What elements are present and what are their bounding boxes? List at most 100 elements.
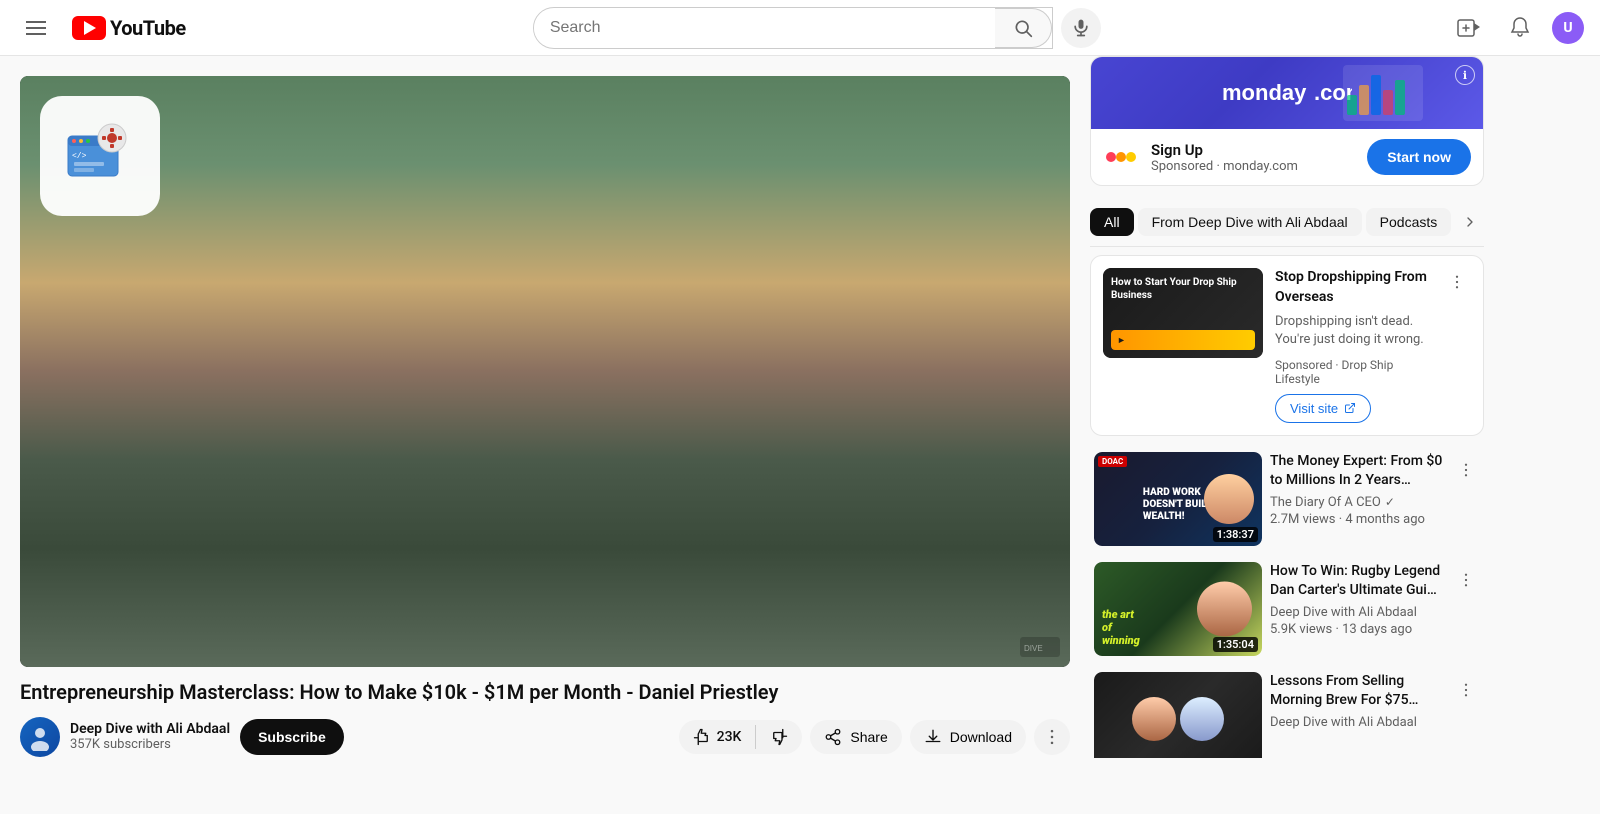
search-input[interactable] xyxy=(534,11,995,45)
channel-name[interactable]: Deep Dive with Ali Abdaal xyxy=(70,721,230,737)
tab-podcasts[interactable]: Podcasts xyxy=(1366,208,1452,236)
more-icon xyxy=(1042,727,1062,747)
video-more-1[interactable] xyxy=(1452,456,1480,484)
video-section: </> DIVE xyxy=(0,56,1090,758)
action-buttons: 23K xyxy=(679,719,1070,755)
create-icon xyxy=(1456,16,1480,40)
monday-brand-icon xyxy=(1103,139,1139,175)
tabs-next-arrow[interactable] xyxy=(1455,206,1484,238)
hamburger-icon xyxy=(26,21,46,35)
svg-text:</>: </> xyxy=(72,152,87,161)
search-button[interactable] xyxy=(995,8,1052,48)
channel-info: Deep Dive with Ali Abdaal 357K subscribe… xyxy=(20,717,667,757)
start-now-button[interactable]: Start now xyxy=(1367,139,1471,175)
share-button[interactable]: Share xyxy=(810,720,901,754)
channel-label-2: Deep Dive with Ali Abdaal xyxy=(1270,605,1417,620)
views-2: 5.9K views xyxy=(1270,622,1332,637)
like-dislike-button[interactable]: 23K xyxy=(679,720,803,754)
sidebar-tabs: All From Deep Dive with Ali Abdaal Podca… xyxy=(1090,198,1484,247)
video-meta: Deep Dive with Ali Abdaal 357K subscribe… xyxy=(20,717,1070,757)
ad-card-sponsored: Sponsored · Drop Ship Lifestyle xyxy=(1275,358,1431,386)
thumbs-up-icon xyxy=(693,728,711,746)
video-title-1: The Money Expert: From $0 to Millions In… xyxy=(1270,452,1444,491)
channel-label-1: The Diary Of A CEO xyxy=(1270,495,1381,510)
header: YouTube xyxy=(0,0,1600,56)
microphone-icon xyxy=(1071,18,1091,38)
verified-icon-1: ✓ xyxy=(1385,495,1395,509)
ad-card-text: Stop Dropshipping From Overseas Dropship… xyxy=(1275,268,1431,423)
video-more-2[interactable] xyxy=(1452,566,1480,594)
ad-text: Sign Up Sponsored · monday.com xyxy=(1151,141,1355,174)
share-label: Share xyxy=(850,729,887,745)
monday-icon-svg xyxy=(1105,141,1137,173)
ad-card-inner: How to Start Your Drop Ship Business ► S… xyxy=(1091,256,1483,435)
video-player[interactable]: </> DIVE xyxy=(20,76,1070,667)
channel-avatar-image xyxy=(26,723,54,751)
ad-card-more-button[interactable] xyxy=(1443,268,1471,296)
svg-text:monday: monday xyxy=(1222,80,1307,105)
create-button[interactable] xyxy=(1448,8,1488,48)
video-watermark: DIVE xyxy=(1020,637,1060,657)
ad-info-icon[interactable]: ℹ xyxy=(1455,65,1475,85)
youtube-logo-text: YouTube xyxy=(110,16,186,40)
video-duration-2: 1:35:04 xyxy=(1213,637,1258,652)
video-thumbnail: </> DIVE xyxy=(20,76,1070,667)
visit-site-button[interactable]: Visit site xyxy=(1275,394,1371,423)
youtube-logo-icon xyxy=(72,16,106,40)
user-avatar[interactable]: U xyxy=(1552,12,1584,44)
video-info-3: Lessons From Selling Morning Brew For $7… xyxy=(1270,672,1444,758)
channel-name-1: The Diary Of A CEO ✓ xyxy=(1270,495,1444,510)
ad-sponsored-text: Sponsored · monday.com xyxy=(1151,159,1355,174)
like-count: 23K xyxy=(717,729,742,745)
app-icon-overlay: </> xyxy=(40,96,160,216)
ad-info-row: Sign Up Sponsored · monday.com Start now xyxy=(1091,129,1483,185)
header-right: U xyxy=(1448,8,1584,48)
list-item[interactable]: the artofwinning 1:35:04 How To Win: Rug… xyxy=(1090,554,1484,664)
ad-card-description: Dropshipping isn't dead. You're just doi… xyxy=(1275,313,1431,349)
more-options-button[interactable] xyxy=(1034,719,1070,755)
ad-chart-preview xyxy=(1343,65,1423,121)
ago-1: 4 months ago xyxy=(1345,512,1425,527)
channel-name-3: Deep Dive with Ali Abdaal xyxy=(1270,715,1444,730)
ago-2: 13 days ago xyxy=(1342,622,1412,637)
subscriber-count: 357K subscribers xyxy=(70,737,230,752)
video-thumbnail-1: DOAC hard workdoesn't buildwealth! 1:38:… xyxy=(1094,452,1262,546)
vertical-dots-icon xyxy=(1448,273,1466,291)
visit-site-label: Visit site xyxy=(1290,401,1338,416)
video-info-2: How To Win: Rugby Legend Dan Carter's Ul… xyxy=(1270,562,1444,656)
list-item[interactable]: DOAC hard workdoesn't buildwealth! 1:38:… xyxy=(1090,444,1484,554)
external-link-icon xyxy=(1344,402,1356,414)
channel-label-3: Deep Dive with Ali Abdaal xyxy=(1270,715,1417,730)
like-inner[interactable]: 23K xyxy=(679,720,756,754)
code-settings-icon: </> xyxy=(60,116,140,196)
channel-avatar[interactable] xyxy=(20,717,60,757)
subscribe-button[interactable]: Subscribe xyxy=(240,719,344,755)
download-label: Download xyxy=(950,729,1012,745)
tab-deep-dive[interactable]: From Deep Dive with Ali Abdaal xyxy=(1138,208,1362,236)
more-options-icon-2 xyxy=(1457,571,1475,589)
channel-watermark: DIVE xyxy=(1020,637,1060,657)
dislike-inner[interactable] xyxy=(756,720,802,754)
hamburger-menu[interactable] xyxy=(16,8,56,48)
ad-company-title: Sign Up xyxy=(1151,141,1355,159)
video-title-2: How To Win: Rugby Legend Dan Carter's Ul… xyxy=(1270,562,1444,601)
notifications-button[interactable] xyxy=(1500,8,1540,48)
video-info-1: The Money Expert: From $0 to Millions In… xyxy=(1270,452,1444,546)
video-meta-2: 5.9K views · 13 days ago xyxy=(1270,622,1444,637)
video-more-3[interactable] xyxy=(1452,676,1480,704)
video-thumbnail-3 xyxy=(1094,672,1262,758)
voice-search-button[interactable] xyxy=(1061,8,1101,48)
download-icon xyxy=(924,728,942,746)
header-left: YouTube xyxy=(16,8,186,48)
youtube-logo[interactable]: YouTube xyxy=(72,16,186,40)
list-item[interactable]: Lessons From Selling Morning Brew For $7… xyxy=(1090,664,1484,758)
channel-details: Deep Dive with Ali Abdaal 357K subscribe… xyxy=(70,721,230,752)
views-1: 2.7M views xyxy=(1270,512,1335,527)
download-button[interactable]: Download xyxy=(910,720,1026,754)
ad-card-title: Stop Dropshipping From Overseas xyxy=(1275,268,1431,307)
ad-card: How to Start Your Drop Ship Business ► S… xyxy=(1090,255,1484,436)
video-meta-1: 2.7M views · 4 months ago xyxy=(1270,512,1444,527)
search-bar xyxy=(533,7,1053,49)
tab-all[interactable]: All xyxy=(1090,208,1134,236)
ad-card-thumbnail[interactable]: How to Start Your Drop Ship Business ► xyxy=(1103,268,1263,358)
